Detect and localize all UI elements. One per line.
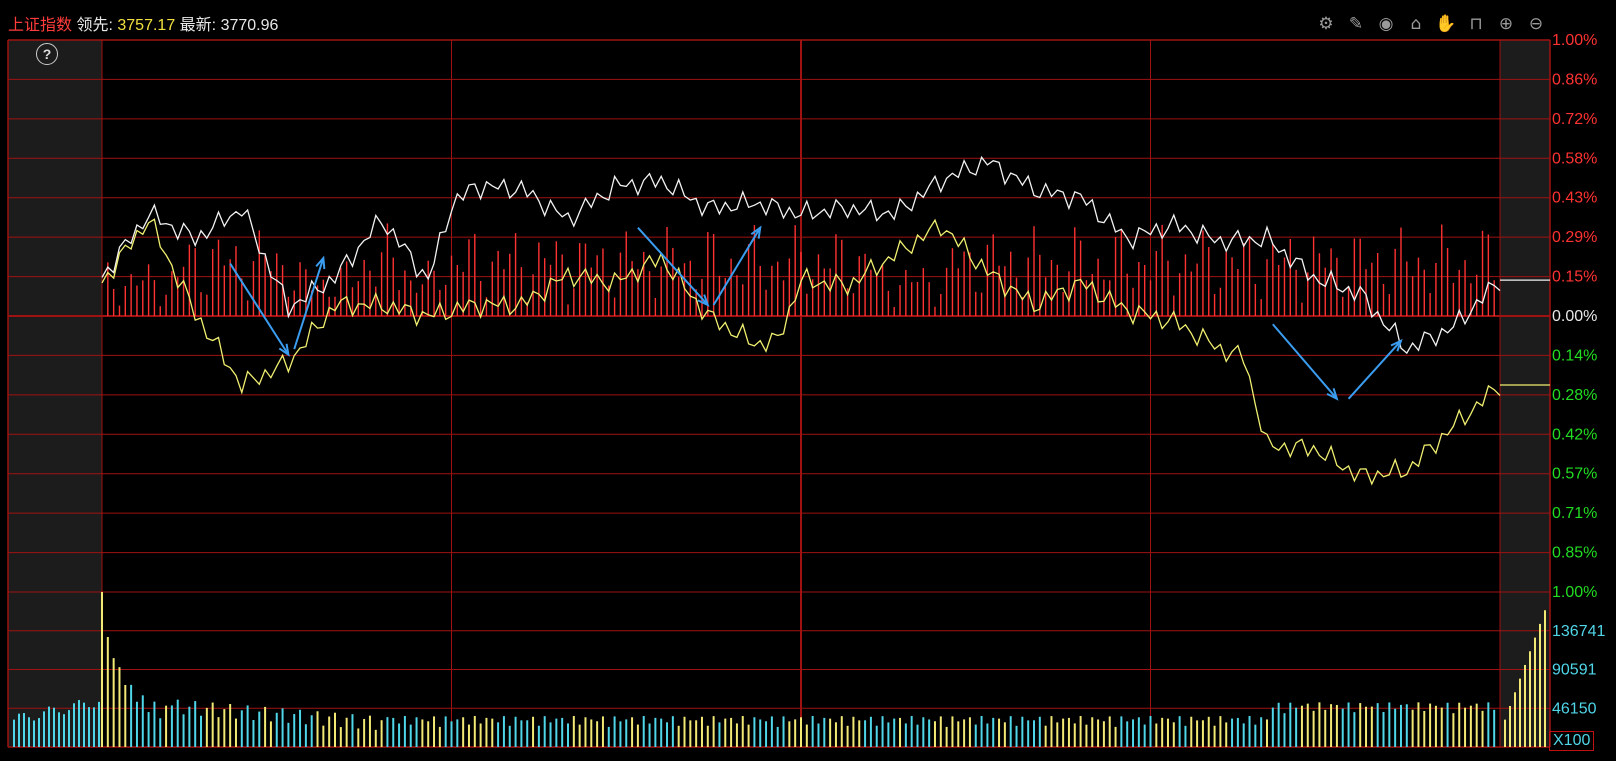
pre-market-shade bbox=[8, 40, 102, 747]
price-axis-label: 0.58% bbox=[1552, 150, 1597, 167]
price-axis-label: 0.29% bbox=[1552, 229, 1597, 246]
tool-box-icon[interactable]: ⌂ bbox=[1404, 12, 1428, 36]
right-axis-labels: 1.00% 0.86% 0.72% 0.58% 0.43% 0.29% 0.15% 0.00%… bbox=[1552, 32, 1605, 717]
time-share-chart[interactable]: 1.00% 0.86% 0.72% 0.58% 0.43% 0.29% 0.15% 0.00%… bbox=[0, 0, 1616, 761]
volume-axis-label: 46150 bbox=[1552, 700, 1597, 717]
price-axis-label: 0.71% bbox=[1552, 505, 1597, 522]
price-axis-label: 0.00% bbox=[1552, 308, 1597, 325]
chart-toolbar: ⚙ ✎ ◉ ⌂ ✋ ⊓ ⊕ ⊖ bbox=[1314, 12, 1548, 36]
price-axis-label: 1.00% bbox=[1552, 32, 1597, 49]
price-axis-label: 1.00% bbox=[1552, 584, 1597, 601]
lead-label: 领先: bbox=[76, 17, 113, 34]
price-lines bbox=[101, 155, 1550, 486]
price-axis-label: 0.14% bbox=[1552, 347, 1597, 364]
post-market-shade bbox=[1500, 40, 1550, 747]
volume-axis-label: 90591 bbox=[1552, 662, 1597, 679]
latest-value: 3770.96 bbox=[220, 17, 279, 34]
eye-icon[interactable]: ◉ bbox=[1374, 12, 1398, 36]
annotation-arrow bbox=[1347, 340, 1402, 400]
price-axis-label: 0.57% bbox=[1552, 466, 1597, 483]
price-axis-label: 0.43% bbox=[1552, 190, 1597, 207]
help-icon[interactable]: ? bbox=[36, 43, 58, 65]
annotation-arrow bbox=[1272, 323, 1338, 400]
zoom-in-icon[interactable]: ⊕ bbox=[1494, 12, 1518, 36]
volume-multiplier[interactable]: X100 bbox=[1549, 731, 1595, 751]
zoom-out-icon[interactable]: ⊖ bbox=[1524, 12, 1548, 36]
price-axis-label: 0.42% bbox=[1552, 426, 1597, 443]
price-axis-label: 0.86% bbox=[1552, 71, 1597, 88]
latest-label: 最新: bbox=[179, 17, 217, 34]
volume-axis-label: 136741 bbox=[1552, 623, 1605, 640]
lock-icon[interactable]: ⊓ bbox=[1464, 12, 1488, 36]
index-name[interactable]: 上证指数 bbox=[8, 17, 72, 34]
price-axis-label: 0.85% bbox=[1552, 545, 1597, 562]
price-axis-label: 0.28% bbox=[1552, 387, 1597, 404]
annotation-arrows bbox=[229, 225, 1403, 401]
gear-icon[interactable]: ⚙ bbox=[1314, 12, 1338, 36]
lead-value: 3757.17 bbox=[117, 17, 176, 34]
price-axis-label: 0.15% bbox=[1552, 269, 1597, 286]
price-axis-label: 0.72% bbox=[1552, 111, 1597, 128]
chart-grid bbox=[7, 39, 1551, 748]
chart-header: 上证指数 领先: 3757.17 最新: 3770.96 bbox=[8, 11, 278, 35]
hand-icon[interactable]: ✋ bbox=[1434, 12, 1458, 36]
pen-icon[interactable]: ✎ bbox=[1344, 12, 1368, 36]
chart-background bbox=[8, 40, 1550, 747]
